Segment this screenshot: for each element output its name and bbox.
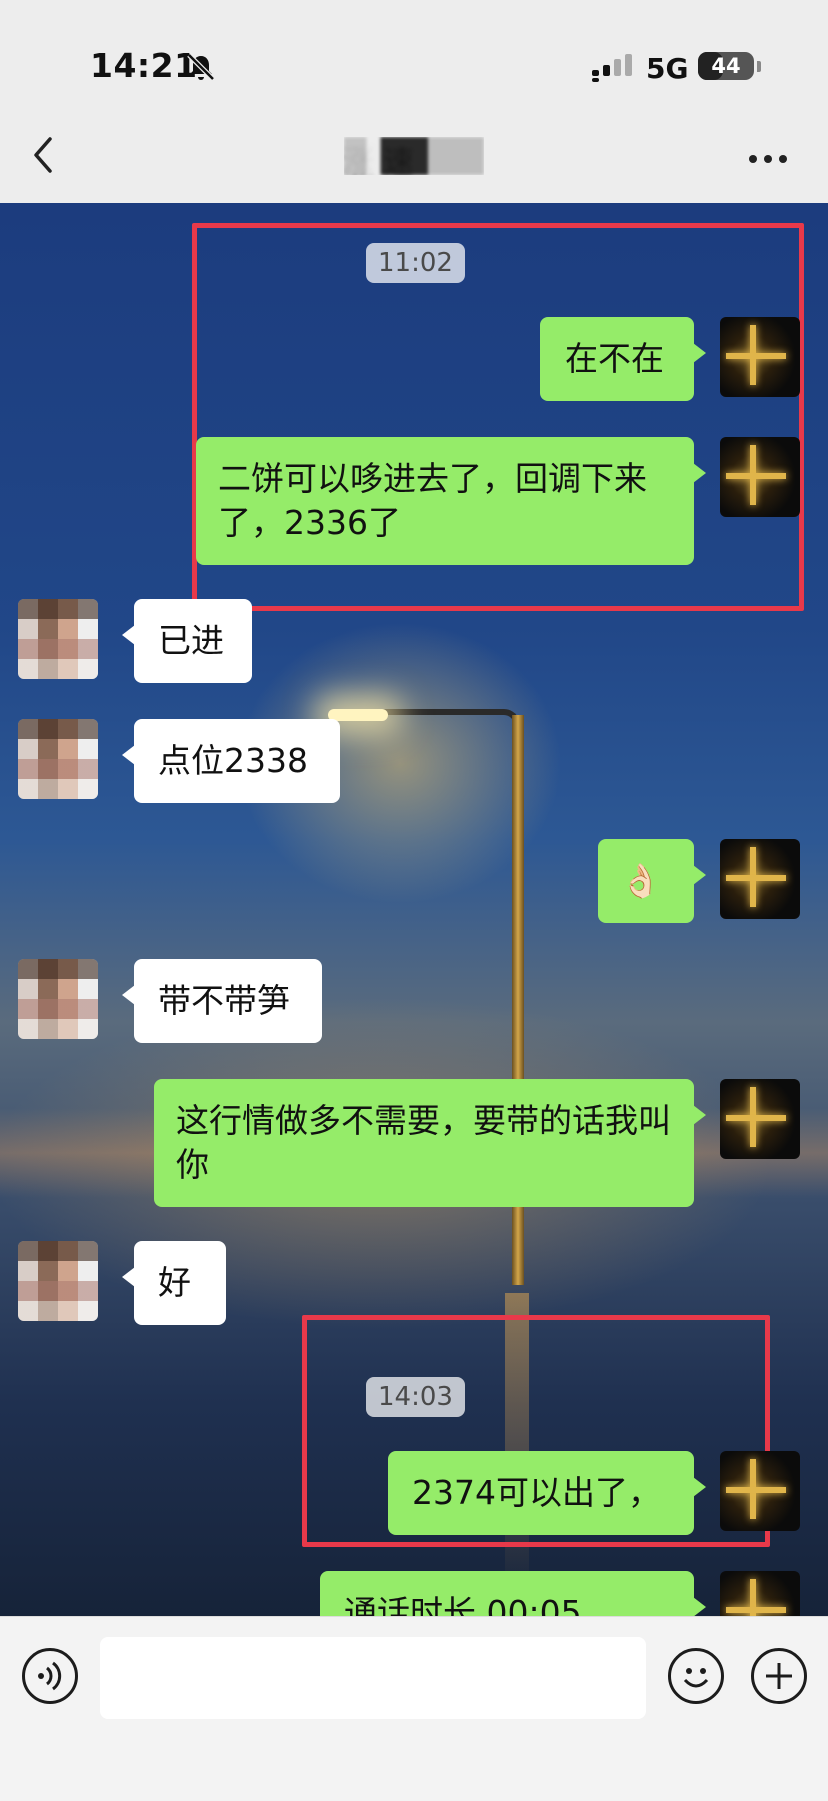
ellipsis-icon[interactable] xyxy=(748,153,788,165)
self-avatar[interactable] xyxy=(720,1079,800,1159)
message-bubble-self[interactable]: 在不在 xyxy=(540,317,706,401)
message-bubble-other[interactable]: 已进 xyxy=(122,599,252,683)
message-text: 2374可以出了， xyxy=(412,1473,661,1512)
message-text: 👌🏻 xyxy=(620,861,662,900)
smiley-icon xyxy=(683,1668,709,1688)
self-avatar[interactable] xyxy=(720,317,800,397)
plus-button[interactable] xyxy=(751,1648,807,1704)
message-input[interactable] xyxy=(100,1637,646,1719)
message-bubble-self[interactable]: 👌🏻 xyxy=(598,839,706,923)
battery-label: 44 xyxy=(711,54,741,78)
input-bar xyxy=(0,1616,828,1728)
background-lamp-head xyxy=(328,709,388,721)
network-label: 5G xyxy=(646,52,689,85)
message-bubble-other[interactable]: 带不带笋 xyxy=(122,959,322,1043)
message-text: 这行情做多不需要，要带的话我叫你 xyxy=(176,1101,671,1184)
status-time: 14:21 xyxy=(90,46,198,85)
voice-icon xyxy=(38,1661,62,1691)
contact-avatar[interactable] xyxy=(18,599,98,679)
title-redaction xyxy=(344,137,484,175)
contact-avatar[interactable] xyxy=(18,959,98,1039)
plus-icon xyxy=(766,1663,792,1689)
message-bubble-self[interactable]: 2374可以出了， xyxy=(388,1451,706,1535)
emoji-button[interactable] xyxy=(668,1648,724,1704)
signal-icon xyxy=(592,54,632,82)
call-duration-bubble[interactable]: 通话时长 00:05 xyxy=(320,1571,706,1616)
self-avatar[interactable] xyxy=(720,1451,800,1531)
message-text: 点位2338 xyxy=(158,741,308,780)
self-avatar[interactable] xyxy=(720,1571,800,1616)
chat-title: 涨 速 xyxy=(344,137,484,175)
message-bubble-self[interactable]: 二饼可以哆进去了，回调下来了，2336了 xyxy=(196,437,706,565)
message-text: 通话时长 00:05 xyxy=(344,1593,582,1616)
voice-button[interactable] xyxy=(22,1648,78,1704)
contact-avatar[interactable] xyxy=(18,1241,98,1321)
message-text: 好 xyxy=(158,1263,191,1302)
self-avatar[interactable] xyxy=(720,839,800,919)
message-bubble-other[interactable]: 点位2338 xyxy=(122,719,340,803)
chat-header: 涨 速 xyxy=(0,115,828,203)
battery-icon: 44 xyxy=(698,52,754,80)
message-text: 二饼可以哆进去了，回调下来了，2336了 xyxy=(218,459,647,542)
timestamp: 14:03 xyxy=(366,1377,465,1417)
message-text: 已进 xyxy=(158,621,224,660)
chat-area[interactable]: 11:02 在不在 二饼可以哆进去了，回调下来了，2336了 已进 点位2338… xyxy=(0,203,828,1616)
chevron-left-icon[interactable] xyxy=(30,135,60,175)
battery-cap xyxy=(757,61,761,72)
status-bar: 14:21 5G 44 xyxy=(0,0,828,115)
contact-avatar[interactable] xyxy=(18,719,98,799)
timestamp: 11:02 xyxy=(366,243,465,283)
message-bubble-other[interactable]: 好 xyxy=(122,1241,226,1325)
self-avatar[interactable] xyxy=(720,437,800,517)
bell-off-icon xyxy=(187,53,215,81)
message-bubble-self[interactable]: 这行情做多不需要，要带的话我叫你 xyxy=(154,1079,706,1207)
message-text: 在不在 xyxy=(565,339,664,378)
message-text: 带不带笋 xyxy=(158,981,290,1020)
home-indicator-area xyxy=(0,1728,828,1801)
